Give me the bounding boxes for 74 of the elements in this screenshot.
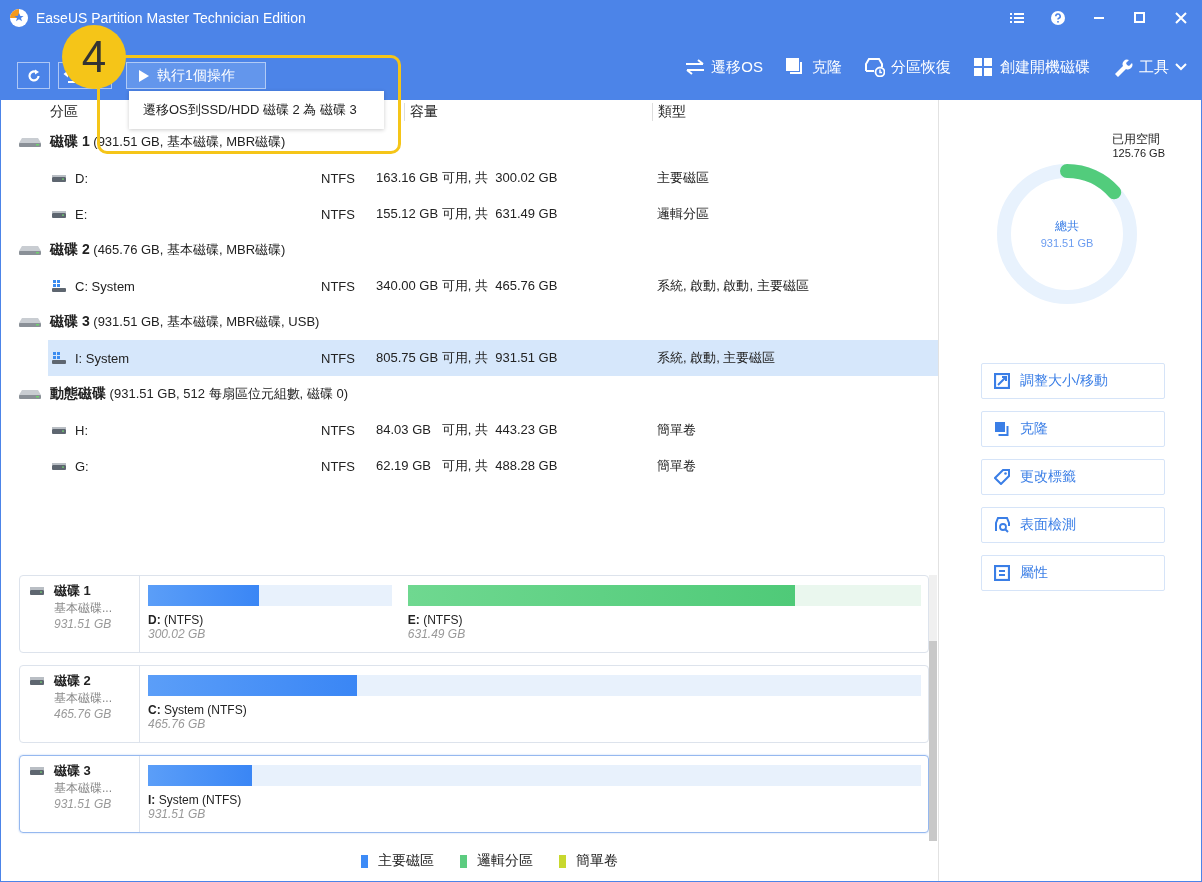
partition-type: 邏輯分區 <box>657 205 710 223</box>
window-title: EaseUS Partition Master Technician Edition <box>36 9 306 26</box>
partition-type: 系統, 啟動, 主要磁區 <box>657 349 777 367</box>
file-system: NTFS <box>321 458 356 474</box>
disk-label: 磁碟 2 (465.76 GB, 基本磁碟, MBR磁碟) <box>50 241 286 259</box>
disk-card[interactable]: 磁碟 3 基本磁碟... 931.51 GB I: System (NTFS) 931.51 GB <box>19 755 929 833</box>
disk-size: 465.76 GB <box>53 707 113 721</box>
file-system: NTFS <box>321 422 356 438</box>
capacity: 62.19 GB 可用, 共 488.28 GB <box>376 457 559 475</box>
used-space-value: 125.76 GB <box>1112 146 1165 160</box>
partition-label: D: (NTFS) <box>148 613 205 627</box>
partition-type: 簡單卷 <box>657 421 697 439</box>
legend-label: 邏輯分區 <box>477 852 533 870</box>
action-button[interactable]: 更改標籤 <box>981 459 1165 495</box>
partition-name: C: System <box>75 278 135 294</box>
partition-name: D: <box>75 170 88 186</box>
disk-size: 931.51 GB <box>53 617 113 631</box>
total-value: 931.51 GB <box>1040 237 1094 249</box>
legend-label: 簡單卷 <box>576 852 618 870</box>
action-button[interactable]: 屬性 <box>981 555 1165 591</box>
partition-row[interactable]: D: NTFS 163.16 GB 可用, 共 300.02 GB 主要磁區 <box>48 160 938 196</box>
partition-size: 465.76 GB <box>148 717 207 731</box>
menu-item[interactable]: 遷移OS到SSD/HDD 磁碟 2 為 磁碟 3 <box>129 101 357 119</box>
partition-name: H: <box>75 422 88 438</box>
partition-size: 300.02 GB <box>148 627 207 641</box>
disk-type: 基本磁碟... <box>53 600 113 617</box>
toolbar-button[interactable]: 分區恢復 <box>864 57 951 77</box>
partition-size: 631.49 GB <box>407 627 467 641</box>
capacity: 805.75 GB 可用, 共 931.51 GB <box>376 349 559 367</box>
disk-label: 動態磁碟 (931.51 GB, 512 每扇區位元組數, 磁碟 0) <box>50 385 349 403</box>
partition-row[interactable]: G: NTFS 62.19 GB 可用, 共 488.28 GB 簡單卷 <box>48 448 938 484</box>
disk-name: 磁碟 2 <box>54 672 91 690</box>
disk-name: 磁碟 3 <box>54 762 91 780</box>
column-header[interactable]: 類型 <box>652 103 938 121</box>
partition-row[interactable]: H: NTFS 84.03 GB 可用, 共 443.23 GB 簡單卷 <box>48 412 938 448</box>
disk-size: 931.51 GB <box>53 797 113 811</box>
partition-type: 簡單卷 <box>657 457 697 475</box>
action-button[interactable]: 克隆 <box>981 411 1165 447</box>
partition-type: 主要磁區 <box>657 169 710 187</box>
partition-label: E: (NTFS) <box>407 613 464 627</box>
file-system: NTFS <box>321 350 356 366</box>
column-header[interactable]: 容量 <box>404 103 652 121</box>
partition-row[interactable]: I: System NTFS 805.75 GB 可用, 共 931.51 GB 系統, 啟動, 主要磁區 <box>48 340 938 376</box>
partition-row[interactable]: E: NTFS 155.12 GB 可用, 共 631.49 GB 邏輯分區 <box>48 196 938 232</box>
capacity: 84.03 GB 可用, 共 443.23 GB <box>376 421 559 439</box>
partition-name: G: <box>75 458 89 474</box>
partition-name: I: System <box>75 350 130 366</box>
file-system: NTFS <box>321 278 356 294</box>
capacity: 163.16 GB 可用, 共 300.02 GB <box>376 169 559 187</box>
partition-label: C: System (NTFS) <box>148 703 248 717</box>
disk-name: 磁碟 1 <box>54 582 91 600</box>
total-label: 總共 <box>1055 219 1079 233</box>
used-space-label: 已用空間 <box>1112 132 1162 146</box>
action-button[interactable]: 表面檢測 <box>981 507 1165 543</box>
toolbar-button[interactable]: 創建開機磁碟 <box>973 57 1090 77</box>
legend-label: 主要磁區 <box>378 852 434 870</box>
disk-type: 基本磁碟... <box>53 780 113 797</box>
toolbar-button[interactable]: 工具 <box>1112 57 1187 77</box>
file-system: NTFS <box>321 206 356 222</box>
toolbar-button[interactable]: 克隆 <box>785 57 842 77</box>
disk-card[interactable]: 磁碟 1 基本磁碟... 931.51 GB D: (NTFS) 300.02 GB E: (NTFS) 631.49 GB <box>19 575 929 653</box>
partition-label: I: System (NTFS) <box>148 793 243 807</box>
disk-card[interactable]: 磁碟 2 基本磁碟... 465.76 GB C: System (NTFS) 465.76 GB <box>19 665 929 743</box>
disk-label: 磁碟 3 (931.51 GB, 基本磁碟, MBR磁碟, USB) <box>50 313 320 331</box>
action-button[interactable]: 調整大小/移動 <box>981 363 1165 399</box>
disk-type: 基本磁碟... <box>53 690 113 707</box>
partition-name: E: <box>75 206 88 222</box>
capacity: 340.00 GB 可用, 共 465.76 GB <box>376 277 559 295</box>
partition-type: 系統, 啟動, 啟動, 主要磁區 <box>657 277 810 295</box>
capacity: 155.12 GB 可用, 共 631.49 GB <box>376 205 559 223</box>
partition-size: 931.51 GB <box>148 807 207 821</box>
toolbar-button[interactable]: 遷移OS <box>684 57 763 77</box>
partition-row[interactable]: C: System NTFS 340.00 GB 可用, 共 465.76 GB 系統, 啟動, 啟動, 主要磁區 <box>48 268 938 304</box>
file-system: NTFS <box>321 170 356 186</box>
